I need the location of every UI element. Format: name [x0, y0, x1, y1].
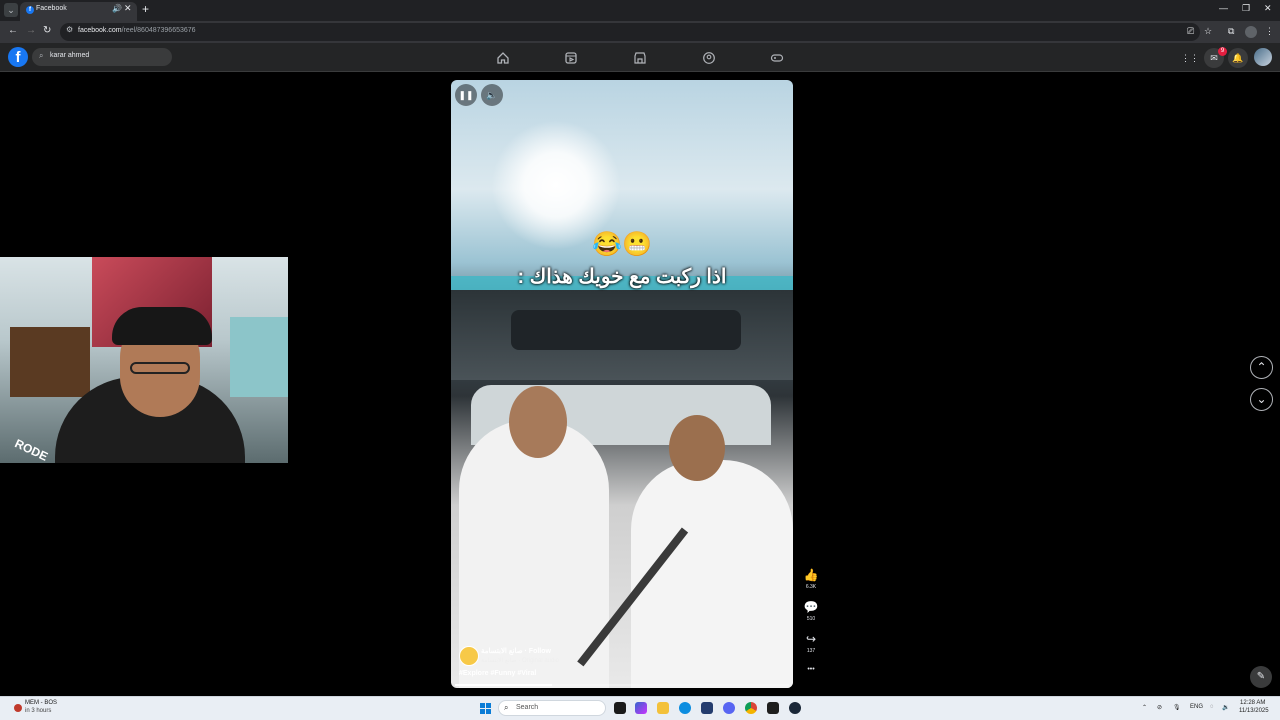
tab-audio-icon[interactable]: 🔊	[112, 4, 122, 13]
video-progress-fill	[455, 684, 552, 686]
site-info-icon[interactable]: ⚙	[66, 25, 73, 34]
comment-icon[interactable]: 💬	[803, 600, 819, 614]
home-icon[interactable]	[496, 51, 510, 65]
hashtags[interactable]: #Explore #Funny #Viral	[459, 670, 536, 677]
tray-network-off-icon[interactable]: ⊘	[1157, 704, 1162, 711]
close-window-button[interactable]: ✕	[1264, 3, 1272, 14]
file-explorer-icon[interactable]	[657, 702, 669, 714]
back-icon[interactable]: ←	[8, 25, 18, 36]
weather-icon[interactable]	[14, 704, 22, 712]
search-icon: ⌕	[39, 51, 44, 60]
video-caption: اذا ركبت مع خويك هذاك :	[517, 266, 727, 288]
gaming-icon[interactable]	[770, 51, 784, 65]
account-avatar[interactable]	[1254, 48, 1272, 66]
previous-reel-chevron-up-icon[interactable]: ⌃	[1250, 356, 1273, 379]
extensions-icon[interactable]: ⧉	[1228, 26, 1234, 37]
browser-toolbar: ← → ↻ ⚙ facebook.com/reel/86048739665367…	[0, 21, 1280, 43]
like-count: 6.3K	[805, 584, 817, 590]
tray-mic-icon[interactable]: 🎙	[1173, 704, 1181, 711]
taskbar-search-icon: ⌕	[504, 703, 509, 712]
windows-start-icon[interactable]	[480, 703, 491, 714]
next-reel-chevron-down-icon[interactable]: ⌄	[1250, 388, 1273, 411]
more-options-icon[interactable]: •••	[803, 666, 819, 673]
streamer-glasses	[130, 362, 190, 374]
url-text[interactable]: facebook.com/reel/860487396653676	[78, 27, 196, 34]
reload-icon[interactable]: ↻	[43, 25, 51, 36]
caption-emoji: 😂😬	[592, 231, 652, 258]
share-icon[interactable]: ↪	[803, 632, 819, 646]
notifications-bell-icon[interactable]: 🔔	[1228, 48, 1248, 68]
share-count: 137	[806, 648, 816, 654]
url-host: facebook.com	[78, 27, 122, 34]
url-path: /reel/860487396653676	[121, 27, 196, 34]
like-icon[interactable]: 👍	[803, 568, 819, 582]
tab-search-button[interactable]: ⌄	[4, 3, 18, 17]
task-view-icon[interactable]	[614, 702, 626, 714]
bookmark-star-icon[interactable]: ☆	[1204, 26, 1212, 37]
webcam-shelf-left	[10, 327, 90, 397]
copilot-icon[interactable]	[635, 702, 647, 714]
tray-language[interactable]: ENG	[1190, 704, 1203, 710]
author-avatar[interactable]	[459, 646, 479, 666]
compose-message-icon[interactable]: ✎	[1250, 666, 1272, 688]
tray-volume-icon[interactable]: 🔉	[1222, 704, 1229, 711]
facebook-favicon-icon: f	[26, 6, 34, 14]
groups-icon[interactable]	[702, 51, 716, 65]
chrome-icon[interactable]	[745, 702, 757, 714]
reel-video-player[interactable]: ❚❚ 🔈 😂😬 اذا ركبت مع خويك هذاك : صانع الا…	[451, 80, 793, 688]
volume-icon[interactable]: 🔈	[481, 84, 503, 106]
marketplace-icon[interactable]	[633, 51, 647, 65]
browser-tab-bar: ⌄ f Facebook 🔊 ✕ + — ❐ ✕	[0, 0, 1280, 21]
edge-icon[interactable]	[679, 702, 691, 714]
profile-avatar[interactable]	[1245, 26, 1257, 38]
tab-title: Facebook	[36, 5, 67, 12]
video-person-left-head	[509, 386, 567, 458]
restore-button[interactable]: ❐	[1242, 3, 1250, 14]
messenger-badge: 9	[1218, 47, 1227, 56]
webcam-shelf-right	[230, 317, 288, 397]
forward-icon[interactable]: →	[26, 25, 36, 36]
comment-count: 510	[806, 616, 816, 622]
weather-line2: in 3 hours	[25, 708, 52, 714]
new-tab-button[interactable]: +	[142, 2, 149, 16]
tray-chevron-icon[interactable]: ⌃	[1142, 704, 1147, 711]
pause-icon[interactable]: ❚❚	[455, 84, 477, 106]
facebook-top-nav: f ⌕ karar ahmed ⋮⋮ ✉ 9 🔔	[0, 43, 1280, 72]
minimize-button[interactable]: —	[1219, 3, 1228, 13]
tab-close-icon[interactable]: ✕	[124, 3, 132, 14]
author-name[interactable]: صانع الابتسامة	[481, 648, 523, 655]
video-sunroof	[511, 310, 741, 350]
clock-date[interactable]: 11/13/2025	[1239, 708, 1269, 714]
clock-time[interactable]: 12:28 AM	[1240, 700, 1265, 706]
streamer-webcam-overlay: RODE	[0, 257, 288, 463]
follow-link[interactable]: · Follow	[525, 648, 551, 655]
streamer-cap	[112, 307, 212, 345]
store-icon[interactable]	[701, 702, 713, 714]
tray-wifi-icon[interactable]: ◌	[1210, 704, 1214, 710]
facebook-logo-icon[interactable]: f	[8, 47, 28, 67]
audio-label[interactable]: صانع الابتسامة · Original audio	[481, 657, 559, 664]
reels-icon[interactable]	[564, 51, 578, 65]
microphone-brand: RODE	[12, 436, 51, 463]
discord-icon[interactable]	[723, 702, 735, 714]
menu-grid-icon[interactable]: ⋮⋮	[1180, 48, 1200, 68]
cast-icon[interactable]: ⎚	[1187, 26, 1194, 37]
taskbar-search-placeholder: Search	[516, 704, 539, 711]
steam-icon[interactable]	[789, 702, 801, 714]
browser-menu-icon[interactable]: ⋮	[1265, 26, 1274, 37]
video-person-right-head	[669, 415, 725, 481]
address-bar[interactable]	[60, 23, 1200, 41]
taskbar-search-input[interactable]	[498, 700, 606, 716]
author-line: صانع الابتسامة · Follow	[481, 647, 551, 655]
search-query[interactable]: karar ahmed	[50, 52, 89, 59]
terminal-icon[interactable]	[767, 702, 779, 714]
weather-line1[interactable]: MEM - BOS	[25, 700, 57, 706]
